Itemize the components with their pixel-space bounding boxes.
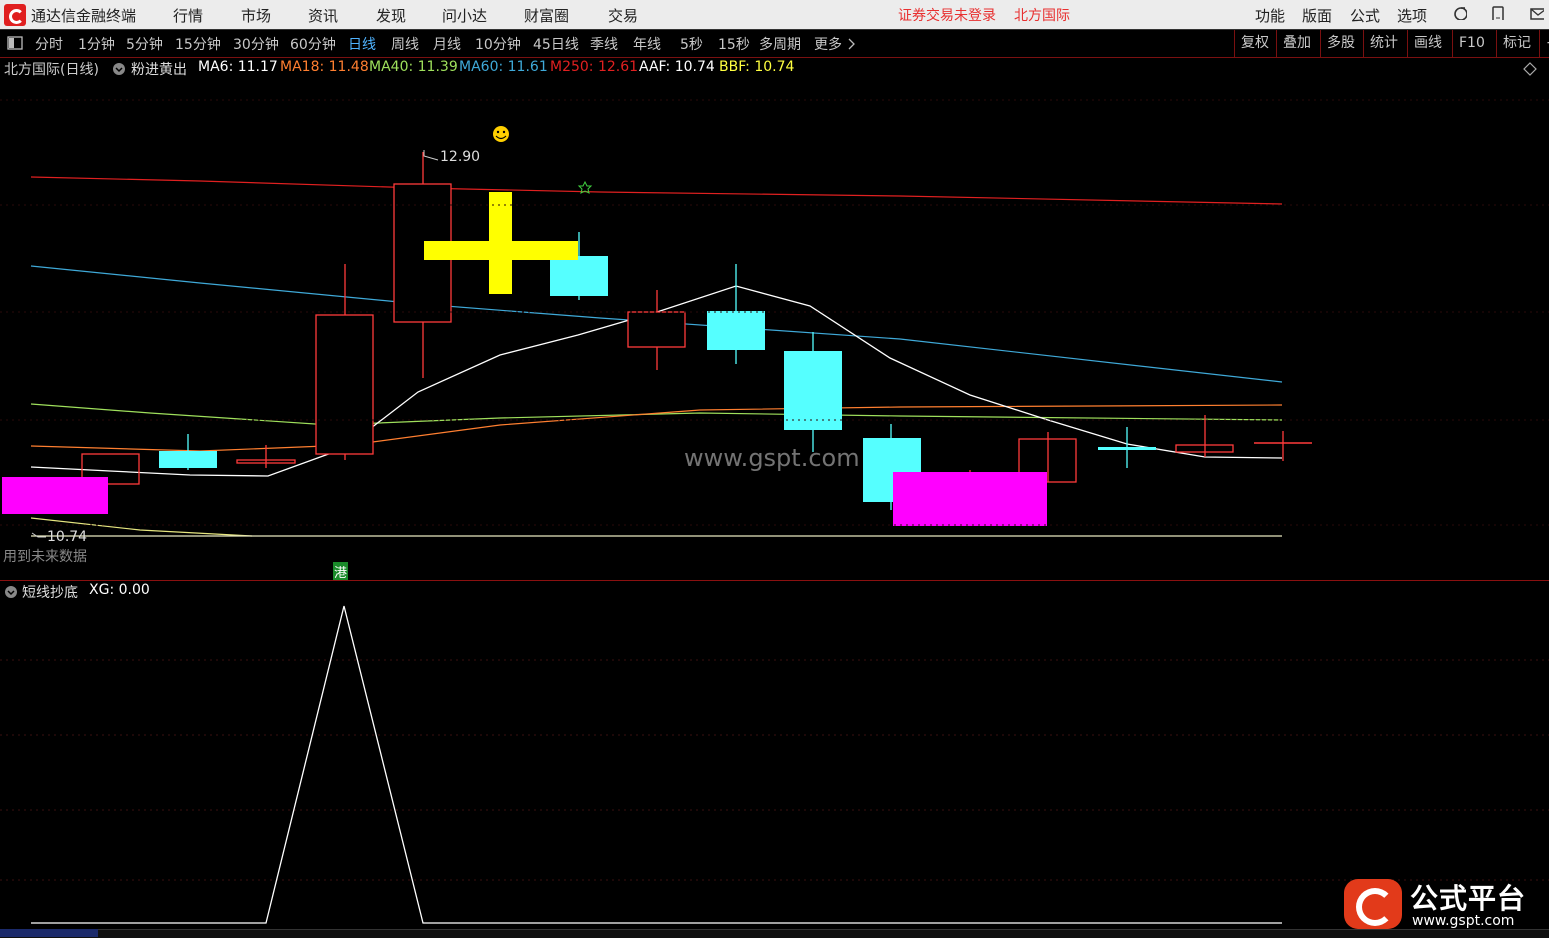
period-60min[interactable]: 60分钟 (290, 34, 336, 54)
date-cursor-tag (0, 929, 98, 937)
current-stock-name: 北方国际 (1014, 8, 1070, 24)
period-more[interactable]: 更多 (814, 34, 842, 54)
period-quarterly[interactable]: 季线 (590, 34, 618, 54)
tool-biaoji[interactable]: 标记 (1496, 30, 1539, 57)
sub-indicator-name: 短线抄底 (22, 585, 78, 601)
period-weekly[interactable]: 周线 (391, 34, 419, 54)
tool-f10[interactable]: F10 (1452, 30, 1495, 57)
period-15sec[interactable]: 15秒 (718, 34, 750, 54)
menu-banmian[interactable]: 版面 (1302, 5, 1332, 26)
period-15min[interactable]: 15分钟 (175, 34, 221, 54)
period-daily[interactable]: 日线 (348, 34, 376, 54)
period-multi[interactable]: 多周期 (759, 34, 801, 54)
tool-diejia[interactable]: 叠加 (1276, 30, 1319, 57)
tool-add[interactable]: + (1539, 30, 1549, 57)
tool-fuquan[interactable]: 复权 (1234, 30, 1275, 57)
bbf-value: BBF: 10.74 (719, 59, 795, 75)
main-chart-pane[interactable]: 北方国际(日线) 粉进黄出 MA6: 11.17 MA18: 11.48 MA4… (0, 57, 1549, 580)
tool-tongji[interactable]: 统计 (1363, 30, 1406, 57)
gspt-logo-icon (1344, 879, 1402, 929)
sub-chart-pane[interactable]: 短线抄底 XG: 0.00 (0, 580, 1549, 931)
period-yearly[interactable]: 年线 (633, 34, 661, 54)
app-logo-icon (4, 4, 26, 26)
period-1min[interactable]: 1分钟 (78, 34, 115, 54)
phone-icon[interactable] (1491, 6, 1505, 20)
gspt-logo-watermark: 公式平台 www.gspt.com (1344, 877, 1540, 933)
high-price-label: 12.90 (440, 149, 481, 165)
period-5min[interactable]: 5分钟 (126, 34, 163, 54)
period-45day[interactable]: 45日线 (533, 34, 579, 54)
ma40-value: MA40: 11.39 (369, 59, 458, 75)
menu-hangqing[interactable]: 行情 (173, 5, 203, 26)
title-bar: 通达信金融终端 行情 市场 资讯 发现 问小达 财富圈 交易 证券交易未登录 北… (0, 0, 1549, 29)
app-title: 通达信金融终端 (31, 7, 137, 25)
menu-xuanxiang[interactable]: 选项 (1397, 5, 1427, 26)
m250-value: M250: 12.61 (550, 59, 639, 75)
menu-zixun[interactable]: 资讯 (308, 5, 338, 26)
ma60-value: MA60: 11.61 (459, 59, 548, 75)
menu-faxian[interactable]: 发现 (376, 5, 406, 26)
indicator-name: 粉进黄出 (131, 62, 187, 78)
period-monthly[interactable]: 月线 (433, 34, 461, 54)
chevron-right-icon[interactable] (848, 38, 856, 50)
gspt-logo-title: 公式平台 (1410, 882, 1527, 915)
center-watermark: www.gspt.com (684, 444, 860, 472)
gspt-logo-url: www.gspt.com (1412, 913, 1515, 929)
chart-title: 北方国际(日线) (4, 62, 99, 78)
aaf-value: AAF: 10.74 (639, 59, 715, 75)
login-warning[interactable]: 证券交易未登录 (898, 5, 996, 25)
period-fenshi[interactable]: 分时 (35, 34, 63, 54)
xg-value: XG: 0.00 (89, 582, 150, 598)
diamond-icon[interactable] (1523, 62, 1537, 76)
tool-duogu[interactable]: 多股 (1320, 30, 1363, 57)
hk-tag[interactable]: 港 (333, 562, 349, 581)
menu-wenxiaoda[interactable]: 问小达 (442, 5, 487, 26)
sidebar-toggle-icon[interactable] (7, 36, 23, 50)
period-5sec[interactable]: 5秒 (680, 34, 703, 54)
ma18-value: MA18: 11.48 (280, 59, 369, 75)
message-icon[interactable] (1530, 6, 1544, 20)
menu-shichang[interactable]: 市场 (241, 5, 271, 26)
tool-huaxian[interactable]: 画线 (1407, 30, 1450, 57)
refresh-icon[interactable] (1453, 6, 1467, 20)
ma6-value: MA6: 11.17 (198, 59, 278, 75)
period-30min[interactable]: 30分钟 (233, 34, 279, 54)
low-price-label: 10.74 (47, 529, 88, 545)
menu-caifuquan[interactable]: 财富圈 (524, 5, 569, 26)
sub-indicator-dropdown-icon[interactable] (4, 585, 18, 599)
period-toolbar: 分时 1分钟 5分钟 15分钟 30分钟 60分钟 日线 周线 月线 10分钟 … (0, 29, 1549, 58)
future-data-note: 用到未来数据 (3, 549, 87, 565)
menu-gongshi[interactable]: 公式 (1350, 5, 1380, 26)
menu-gongneng[interactable]: 功能 (1255, 5, 1285, 26)
menu-jiaoyi[interactable]: 交易 (608, 5, 638, 26)
indicator-dropdown-icon[interactable] (112, 62, 126, 76)
period-10min[interactable]: 10分钟 (475, 34, 521, 54)
